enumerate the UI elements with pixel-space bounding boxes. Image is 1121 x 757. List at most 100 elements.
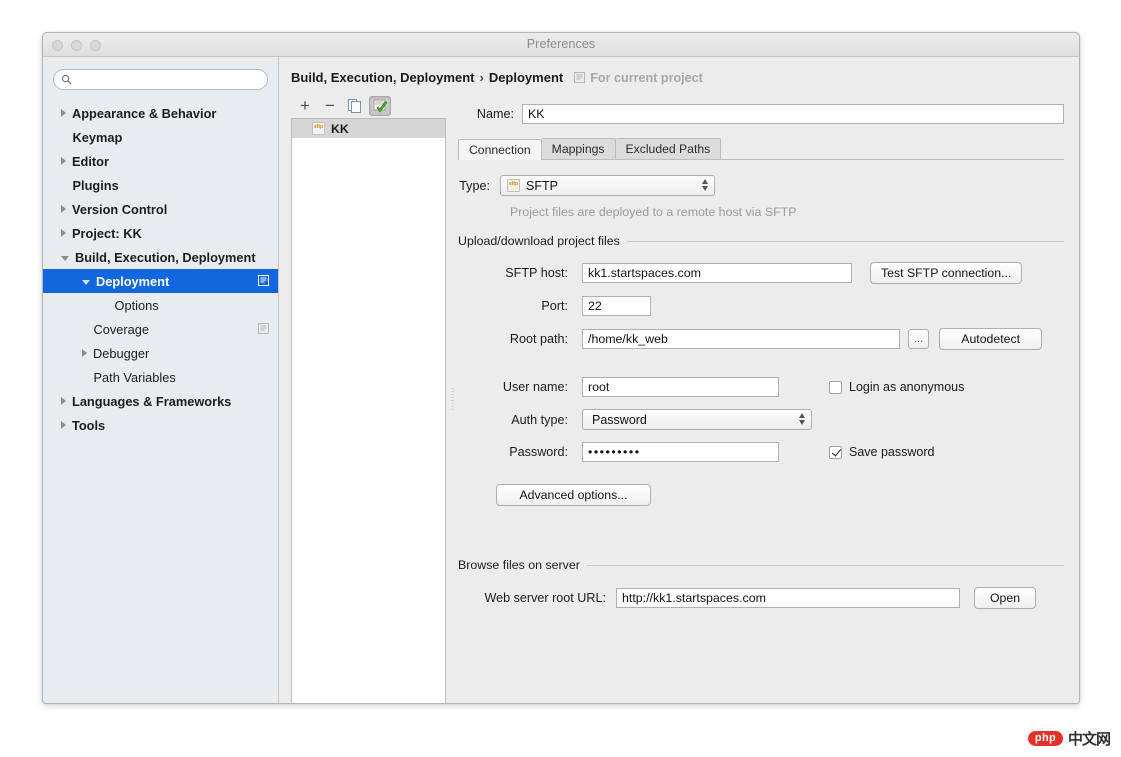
auth-type-row: Auth type: Password	[458, 409, 1069, 430]
window-title: Preferences	[526, 37, 596, 51]
sidebar-item-deployment[interactable]: Deployment	[43, 269, 278, 293]
sidebar-item-version-control[interactable]: Version Control	[43, 197, 278, 221]
port-field[interactable]: 22	[582, 296, 651, 316]
scope-icon	[258, 323, 269, 334]
settings-sidebar: Appearance & Behavior Keymap Editor Plugins…	[43, 57, 279, 703]
sidebar-item-path-variables[interactable]: Path Variables	[43, 365, 278, 389]
user-name-field[interactable]: root	[582, 377, 779, 397]
web-url-field[interactable]: http://kk1.startspaces.com	[616, 588, 960, 608]
type-hint: Project files are deployed to a remote h…	[510, 205, 797, 219]
browse-group-label: Browse files on server	[458, 558, 580, 572]
chevron-right-icon[interactable]	[61, 421, 66, 429]
type-label: Type:	[459, 178, 490, 193]
login-as-anonymous-checkbox[interactable]: Login as anonymous	[829, 380, 964, 394]
project-scope-badge: For current project	[574, 71, 703, 85]
advanced-options-button[interactable]: Advanced options...	[496, 484, 651, 506]
sidebar-item-label: Languages & Frameworks	[72, 393, 232, 409]
tab-connection[interactable]: Connection	[458, 139, 542, 160]
sftp-host-label: SFTP host:	[505, 266, 568, 280]
watermark: php 中文网	[1027, 728, 1111, 749]
root-path-label: Root path:	[509, 332, 568, 346]
breadcrumb: Build, Execution, Deployment › Deploymen…	[279, 57, 1079, 85]
sidebar-item-plugins[interactable]: Plugins	[43, 173, 278, 197]
sidebar-item-debugger[interactable]: Debugger	[43, 341, 278, 365]
auth-type-select[interactable]: Password	[582, 409, 812, 430]
sidebar-item-appearance-behavior[interactable]: Appearance & Behavior	[43, 101, 278, 125]
user-name-label: User name:	[502, 380, 568, 394]
server-list[interactable]: KK	[291, 118, 446, 703]
web-url-row: Web server root URL: http://kk1.startspa…	[458, 587, 1069, 609]
save-password-checkbox[interactable]: Save password	[829, 445, 934, 459]
sidebar-item-label: Path Variables	[93, 369, 176, 385]
search-input[interactable]	[76, 72, 258, 87]
sidebar-item-tools[interactable]: Tools	[43, 413, 278, 437]
sidebar-item-coverage[interactable]: Coverage	[43, 317, 278, 341]
sidebar-item-label: Deployment	[96, 273, 170, 289]
splitter-grip	[451, 388, 454, 410]
sidebar-item-label: Version Control	[72, 201, 168, 217]
chevron-right-icon[interactable]	[61, 205, 66, 213]
breadcrumb-root[interactable]: Build, Execution, Deployment	[291, 70, 474, 85]
login-as-anonymous-box	[829, 380, 842, 394]
tab-connection-label: Connection	[469, 142, 531, 157]
window-body: Appearance & Behavior Keymap Editor Plugins…	[43, 57, 1079, 703]
name-label: Name:	[476, 107, 514, 121]
settings-detail-pane: Build, Execution, Deployment › Deploymen…	[279, 57, 1079, 703]
deployment-split: + − sftp KK Name: KK Connection Mappings…	[291, 94, 1069, 703]
search-box[interactable]	[53, 69, 268, 90]
screenshot-root: Preferences Appearance & Behavior Keymap E…	[0, 0, 1121, 757]
breadcrumb-leaf: Deployment	[488, 70, 564, 85]
sftp-host-field[interactable]: kk1.startspaces.com	[582, 263, 852, 283]
sidebar-item-label: Tools	[72, 417, 106, 433]
breadcrumb-separator: ›	[479, 70, 484, 85]
set-default-server-button[interactable]	[369, 96, 391, 116]
web-url-label: Web server root URL:	[484, 591, 606, 605]
chevron-down-icon[interactable]	[82, 279, 90, 285]
remove-server-button[interactable]: −	[319, 96, 341, 116]
sidebar-item-label: Build, Execution, Deployment	[75, 249, 256, 265]
type-select[interactable]: SFTP	[500, 175, 715, 196]
password-field[interactable]: •••••••••	[582, 442, 779, 462]
name-row: Name: KK	[458, 104, 1069, 124]
sidebar-item-project-kk[interactable]: Project: KK	[43, 221, 278, 245]
tab-mappings[interactable]: Mappings	[541, 138, 616, 159]
remove-server-label: −	[325, 96, 335, 115]
sftp-type-icon	[507, 179, 520, 192]
tab-excluded-paths[interactable]: Excluded Paths	[615, 138, 722, 159]
port-row: Port: 22	[458, 296, 1069, 316]
default-server-check-icon	[373, 99, 387, 113]
browse-root-path-button[interactable]: ...	[908, 329, 930, 349]
preferences-window: Preferences Appearance & Behavior Keymap E…	[42, 32, 1080, 704]
password-row: Password: ••••••••• Save password	[458, 442, 1069, 462]
name-field[interactable]: KK	[522, 104, 1064, 124]
chevron-right-icon[interactable]	[61, 109, 66, 117]
sidebar-item-label: Options	[114, 297, 159, 313]
upload-group-header: Upload/download project files	[458, 234, 1064, 248]
pane-splitter[interactable]	[446, 94, 458, 703]
sidebar-item-options[interactable]: Options	[43, 293, 278, 317]
copy-server-button[interactable]	[344, 96, 366, 116]
window-titlebar: Preferences	[43, 33, 1079, 57]
settings-tree: Appearance & Behavior Keymap Editor Plugins…	[43, 101, 278, 437]
open-url-button[interactable]: Open	[974, 587, 1036, 609]
chevron-right-icon[interactable]	[61, 229, 66, 237]
sidebar-item-build-execution-deployment[interactable]: Build, Execution, Deployment	[43, 245, 278, 269]
add-server-button[interactable]: +	[294, 96, 316, 116]
sidebar-item-editor[interactable]: Editor	[43, 149, 278, 173]
server-list-item[interactable]: KK	[292, 119, 445, 138]
tab-excluded-paths-label: Excluded Paths	[625, 142, 711, 156]
chevron-right-icon[interactable]	[82, 349, 87, 357]
chevron-right-icon[interactable]	[61, 157, 66, 165]
chevron-down-icon[interactable]	[61, 255, 69, 261]
sidebar-item-keymap[interactable]: Keymap	[43, 125, 278, 149]
password-label: Password:	[509, 445, 568, 459]
project-scope-label: For current project	[590, 70, 703, 85]
chevron-right-icon[interactable]	[61, 397, 66, 405]
test-sftp-connection-button[interactable]: Test SFTP connection...	[870, 262, 1023, 284]
copy-icon	[348, 98, 361, 113]
root-path-field[interactable]: /home/kk_web	[582, 329, 900, 349]
server-list-column: + − sftp KK	[291, 94, 446, 703]
autodetect-button[interactable]: Autodetect	[939, 328, 1043, 350]
login-as-anonymous-label: Login as anonymous	[849, 380, 965, 394]
sidebar-item-languages-frameworks[interactable]: Languages & Frameworks	[43, 389, 278, 413]
